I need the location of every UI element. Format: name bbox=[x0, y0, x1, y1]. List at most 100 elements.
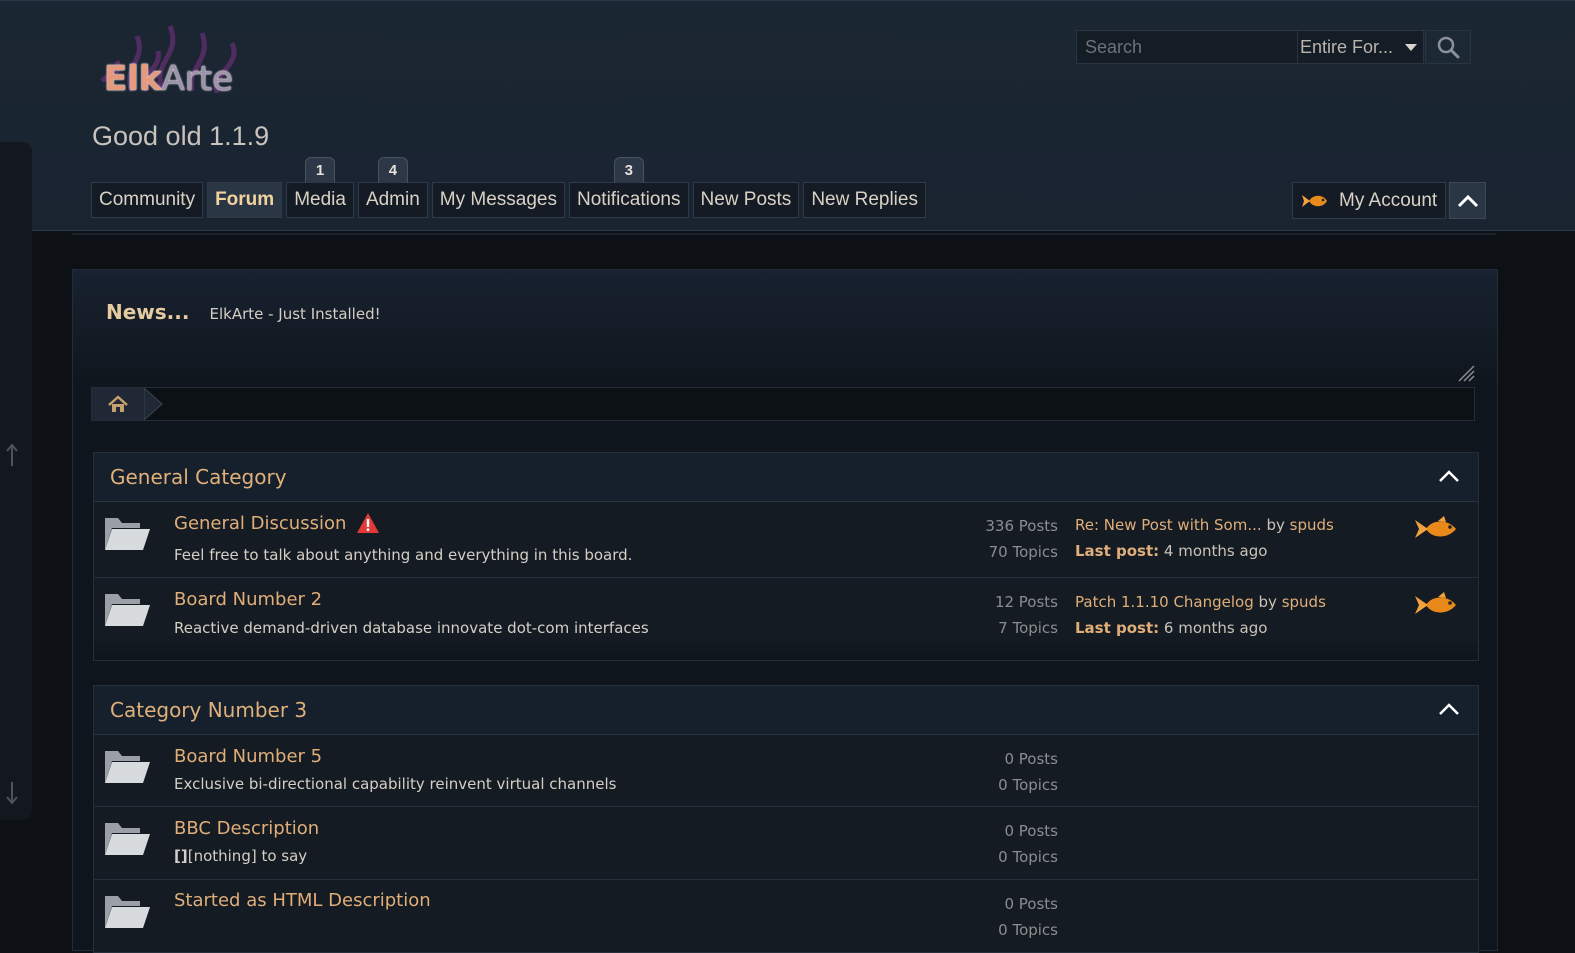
category-header: Category Number 3 bbox=[94, 686, 1478, 735]
nav-tab-label: Forum bbox=[215, 189, 275, 210]
by-label: by bbox=[1266, 516, 1285, 534]
news-label: News... bbox=[106, 300, 190, 324]
search-button[interactable] bbox=[1425, 30, 1471, 64]
board-stats: 336 Posts 70 Topics bbox=[985, 513, 1058, 565]
category-title[interactable]: General Category bbox=[110, 465, 287, 489]
topic-count: 70 Topics bbox=[988, 543, 1058, 561]
news-text: ElkArte - Just Installed! bbox=[209, 305, 381, 323]
nav-tab-notifications[interactable]: 3 Notifications bbox=[569, 157, 689, 218]
site-logo[interactable]: ElkArte bbox=[92, 21, 257, 103]
last-post-info: Re: New Post with Som... by spuds Last p… bbox=[1075, 512, 1334, 564]
board-name-link[interactable]: Board Number 2 bbox=[174, 589, 322, 610]
board-stats: 0 Posts 0 Topics bbox=[998, 746, 1058, 798]
category-general: General Category General Discussion Feel… bbox=[93, 452, 1479, 661]
user-avatar-icon[interactable] bbox=[1414, 515, 1458, 543]
board-title[interactable]: Board Number 2 bbox=[174, 589, 322, 610]
category-title[interactable]: Category Number 3 bbox=[110, 698, 307, 722]
nav-tab-my-messages[interactable]: My Messages bbox=[431, 182, 565, 218]
board-stats: 12 Posts 7 Topics bbox=[995, 589, 1058, 641]
board-name-link[interactable]: Board Number 5 bbox=[174, 746, 322, 767]
nav-tab-label: Community bbox=[99, 189, 196, 210]
topic-count: 0 Topics bbox=[998, 848, 1058, 866]
goldfish-avatar-icon bbox=[1302, 194, 1327, 207]
bbc-text: [nothing] to say bbox=[187, 847, 308, 865]
board-name-link[interactable]: BBC Description bbox=[174, 818, 319, 839]
home-icon bbox=[108, 395, 128, 412]
site-title: Good old 1.1.9 bbox=[92, 121, 270, 151]
nav-tab-label: My Messages bbox=[439, 189, 557, 210]
resize-handle-icon[interactable] bbox=[1457, 364, 1475, 382]
post-count: 336 Posts bbox=[985, 517, 1058, 535]
collapse-header-button[interactable] bbox=[1449, 182, 1487, 219]
breadcrumb-home[interactable] bbox=[92, 388, 144, 420]
board-row: General Discussion Feel free to talk abo… bbox=[94, 502, 1478, 578]
folder-icon[interactable] bbox=[102, 586, 152, 630]
header-divider bbox=[72, 233, 1496, 235]
last-post-label: Last post: bbox=[1075, 619, 1160, 637]
search-input[interactable] bbox=[1076, 30, 1298, 64]
nav-tab-admin[interactable]: 4 Admin bbox=[357, 157, 428, 218]
post-count: 0 Posts bbox=[1004, 750, 1058, 768]
nav-tab-community[interactable]: Community bbox=[91, 182, 204, 218]
nav-tab-label: New Posts bbox=[700, 189, 792, 210]
main-content: News... ElkArte - Just Installed! Genera… bbox=[72, 269, 1498, 953]
board-stats: 0 Posts 0 Topics bbox=[998, 891, 1058, 943]
collapse-category-icon[interactable] bbox=[1438, 702, 1460, 716]
warning-icon bbox=[357, 513, 380, 533]
chevron-up-icon bbox=[1457, 194, 1478, 207]
user-avatar-icon[interactable] bbox=[1414, 591, 1458, 619]
board-name-link[interactable]: Started as HTML Description bbox=[174, 890, 431, 911]
search-form: Entire For... bbox=[1076, 30, 1471, 66]
post-count: 0 Posts bbox=[1004, 895, 1058, 913]
my-account-label: My Account bbox=[1339, 189, 1438, 211]
nav-tab-forum[interactable]: Forum bbox=[207, 182, 283, 218]
main-nav: Community Forum 1 Media 4 Admin My Message… bbox=[91, 157, 926, 218]
search-icon bbox=[1437, 36, 1460, 59]
scroll-bottom-icon[interactable] bbox=[4, 780, 20, 806]
board-title[interactable]: BBC Description bbox=[174, 818, 319, 839]
last-post-label: Last post: bbox=[1075, 542, 1160, 560]
notification-badge: 4 bbox=[377, 157, 408, 183]
board-row: Board Number 5 Exclusive bi-directional … bbox=[94, 735, 1478, 807]
topic-count: 7 Topics bbox=[998, 619, 1058, 637]
last-post-link[interactable]: Re: New Post with Som... bbox=[1075, 516, 1262, 534]
last-post-link[interactable]: Patch 1.1.10 Changelog bbox=[1075, 593, 1254, 611]
board-row: BBC Description [][nothing] to say 0 Pos… bbox=[94, 807, 1478, 880]
last-post-author[interactable]: spuds bbox=[1282, 593, 1326, 611]
post-count: 12 Posts bbox=[994, 593, 1058, 611]
board-description: [][nothing] to say bbox=[174, 847, 307, 865]
my-account-button[interactable]: My Account bbox=[1292, 182, 1447, 219]
nav-tab-media[interactable]: 1 Media bbox=[286, 157, 354, 218]
folder-icon[interactable] bbox=[102, 510, 152, 554]
logo-wordmark: ElkArte bbox=[104, 59, 233, 99]
bbc-bold-text: [] bbox=[174, 847, 188, 865]
topic-count: 0 Topics bbox=[998, 921, 1058, 939]
board-description: Feel free to talk about anything and eve… bbox=[174, 546, 633, 564]
last-post-author[interactable]: spuds bbox=[1290, 516, 1334, 534]
news-bar: News... ElkArte - Just Installed! bbox=[106, 300, 381, 324]
board-title[interactable]: General Discussion bbox=[174, 512, 380, 534]
board-description: Exclusive bi-directional capability rein… bbox=[174, 775, 617, 793]
folder-icon[interactable] bbox=[102, 743, 152, 787]
site-header: ElkArte Good old 1.1.9 Entire For... Com… bbox=[0, 0, 1575, 231]
by-label: by bbox=[1258, 593, 1277, 611]
folder-icon[interactable] bbox=[102, 888, 152, 932]
category-number-3: Category Number 3 Board Number 5 Exclusi… bbox=[93, 685, 1479, 953]
board-name-link[interactable]: General Discussion bbox=[174, 513, 346, 534]
search-scope-select[interactable]: Entire For... bbox=[1298, 30, 1424, 64]
collapse-category-icon[interactable] bbox=[1438, 469, 1460, 483]
folder-icon[interactable] bbox=[102, 815, 152, 859]
nav-tab-label: Notifications bbox=[577, 189, 681, 210]
nav-tab-new-replies[interactable]: New Replies bbox=[803, 182, 926, 218]
post-count: 0 Posts bbox=[1004, 822, 1058, 840]
board-title[interactable]: Started as HTML Description bbox=[174, 890, 431, 911]
board-stats: 0 Posts 0 Topics bbox=[998, 818, 1058, 870]
scroll-top-icon[interactable] bbox=[4, 442, 20, 468]
nav-tab-new-posts[interactable]: New Posts bbox=[692, 182, 800, 218]
nav-tab-label: New Replies bbox=[811, 189, 918, 210]
breadcrumb bbox=[91, 387, 1475, 421]
category-header: General Category bbox=[94, 453, 1478, 502]
topic-count: 0 Topics bbox=[998, 776, 1058, 794]
board-title[interactable]: Board Number 5 bbox=[174, 746, 322, 767]
side-scroll-strip bbox=[0, 142, 32, 820]
